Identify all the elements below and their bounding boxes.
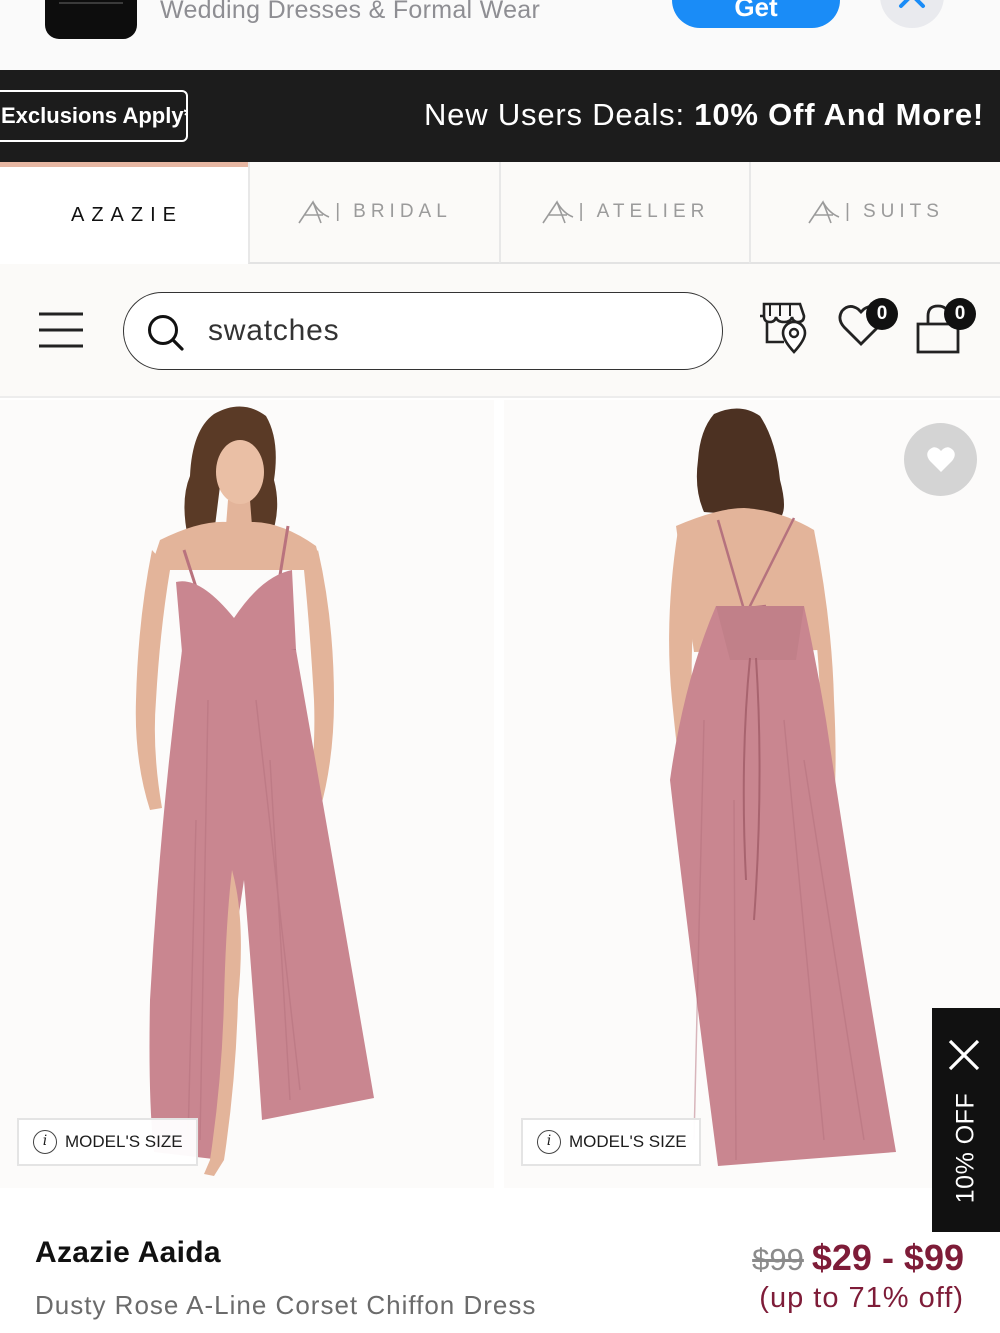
dress-front-illustration	[135, 406, 374, 1176]
tab-label: ATELIER	[596, 201, 710, 222]
close-icon[interactable]	[947, 1038, 981, 1072]
promo-bar: Exclusions Apply* New Users Deals: 10% O…	[0, 70, 1000, 162]
search-icon[interactable]	[146, 313, 186, 353]
product-name[interactable]: Azazie Aaida	[35, 1236, 221, 1270]
new-users-deal[interactable]: New Users Deals: 10% Off And More!	[424, 97, 984, 133]
product-gallery	[0, 400, 1000, 1188]
tab-atelier[interactable]: | ATELIER	[499, 162, 749, 264]
hamburger-menu-icon	[39, 312, 83, 348]
tab-label: BRIDAL	[353, 201, 452, 222]
search-bar[interactable]	[123, 292, 723, 370]
deal-prefix: New Users Deals:	[424, 97, 685, 132]
discount-percentage: (up to 71% off)	[759, 1282, 964, 1314]
tab-suits[interactable]: | SUITS	[749, 162, 1000, 264]
original-price: $99	[752, 1242, 804, 1277]
site-header: 0 0	[0, 264, 1000, 398]
product-photo-front[interactable]	[0, 400, 494, 1188]
model-size-label: MODEL'S SIZE	[569, 1132, 687, 1151]
cart-count-badge: 0	[944, 298, 976, 330]
close-icon	[899, 0, 925, 8]
get-app-button[interactable]: Get	[672, 0, 840, 28]
app-subtitle: Wedding Dresses & Formal Wear	[160, 0, 541, 24]
info-icon: i	[537, 1130, 561, 1154]
search-input[interactable]	[208, 310, 688, 352]
wishlist-button[interactable]: 0	[836, 298, 898, 358]
close-banner-button[interactable]	[880, 0, 944, 28]
add-to-wishlist-button[interactable]	[904, 423, 977, 496]
store-location-icon	[760, 302, 807, 354]
tab-azazie[interactable]: AZAZIE	[0, 162, 248, 264]
exclusions-apply-button[interactable]: Exclusions Apply*	[0, 90, 188, 142]
product-photo-back[interactable]	[504, 400, 1000, 1188]
wishlist-count-badge: 0	[866, 298, 898, 330]
app-icon[interactable]	[45, 0, 137, 39]
price-line: $99 $29 - $99	[752, 1237, 964, 1279]
app-install-banner: Wedding Dresses & Formal Wear Get	[0, 0, 1000, 70]
dress-back-illustration	[669, 408, 896, 1166]
product-page: Wedding Dresses & Formal Wear Get Exclus…	[0, 0, 1000, 1333]
tab-label: SUITS	[862, 201, 944, 222]
menu-button[interactable]	[38, 312, 84, 348]
product-description: Dusty Rose A-Line Corset Chiffon Dress	[35, 1290, 537, 1320]
tab-label: AZAZIE	[70, 204, 183, 226]
deal-highlight: 10% Off And More!	[694, 97, 985, 132]
info-icon: i	[33, 1130, 57, 1154]
model-size-button-front[interactable]: i MODEL'S SIZE	[17, 1118, 198, 1166]
tab-bridal[interactable]: | BRIDAL	[248, 162, 499, 264]
cart-button[interactable]: 0	[914, 298, 976, 358]
heart-icon	[926, 446, 955, 472]
azazie-a-logo-icon	[541, 200, 573, 224]
sale-price-range: $29 - $99	[811, 1237, 964, 1278]
discount-tab-label: 10% OFF	[951, 1092, 980, 1204]
azazie-a-logo-icon	[808, 200, 840, 224]
model-size-button-back[interactable]: i MODEL'S SIZE	[521, 1118, 701, 1166]
discount-side-tab[interactable]: 10% OFF	[932, 1008, 1000, 1232]
brand-tabs: AZAZIE | BRIDAL | ATELIER | SUITS	[0, 162, 1000, 264]
store-locator-button[interactable]	[758, 300, 814, 358]
model-size-label: MODEL'S SIZE	[65, 1132, 183, 1151]
azazie-a-logo-icon	[298, 200, 330, 224]
